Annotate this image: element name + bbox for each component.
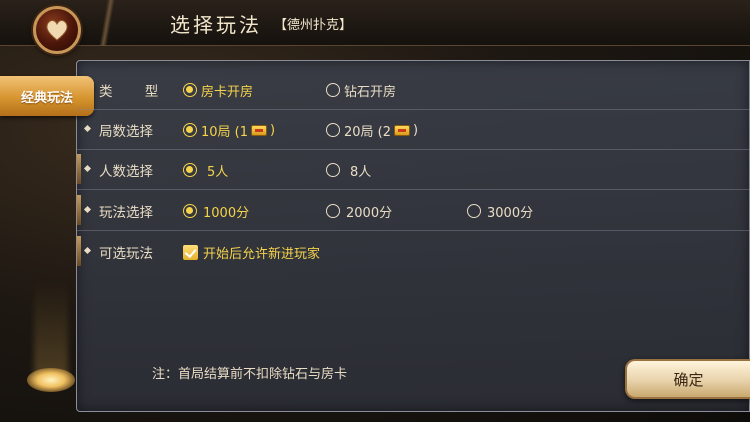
option-room-card-label: 房卡开房 — [201, 84, 254, 100]
row-players: 人数选择 5人 8人 — [77, 150, 749, 190]
option-20-rounds-suffix: ) — [413, 122, 419, 138]
option-room-card[interactable]: 房卡开房 — [183, 80, 253, 100]
row-room-type: 类 型 房卡开房 钻石开房 — [77, 70, 749, 110]
option-5-players-label: 5人 — [207, 164, 229, 180]
back-logo-button[interactable] — [33, 6, 81, 54]
page-title: 选择玩法 — [170, 13, 262, 37]
option-20-rounds[interactable]: 20局 (2 ) — [326, 120, 418, 140]
diamond-bullet-icon — [83, 124, 92, 133]
room-type-label: 类 型 — [99, 84, 173, 100]
radio-selected-icon — [183, 204, 197, 218]
radio-empty-icon — [326, 204, 340, 218]
row-score: 玩法选择 1000分 2000分 3000分 — [77, 191, 749, 231]
game-name-subtitle: 【德州扑克】 — [274, 18, 353, 33]
option-2000-points[interactable]: 2000分 — [326, 201, 392, 221]
row-marker — [77, 236, 81, 266]
checkbox-allow-new-players[interactable]: 开始后允许新进玩家 — [183, 242, 320, 262]
option-diamond-room-label: 钻石开房 — [344, 84, 397, 100]
option-3000-points-label: 3000分 — [487, 205, 534, 221]
option-8-players[interactable]: 8人 — [326, 160, 371, 180]
option-20-rounds-label: 20局 (2 — [344, 124, 392, 140]
confirm-button-label: 确定 — [673, 370, 704, 389]
option-8-players-label: 8人 — [350, 164, 372, 180]
header-divider — [88, 0, 128, 46]
row-rounds: 局数选择 10局 (1 ) 20局 (2 ) — [77, 110, 749, 150]
room-card-icon — [251, 124, 268, 136]
radio-empty-icon — [326, 123, 340, 137]
option-10-rounds-suffix: ) — [270, 122, 276, 138]
optional-rules-label: 可选玩法 — [99, 246, 153, 262]
option-1000-points[interactable]: 1000分 — [183, 201, 249, 221]
tab-classic-mode-label: 经典玩法 — [20, 90, 73, 106]
option-10-rounds-label: 10局 (1 — [201, 124, 249, 140]
radio-selected-icon — [183, 163, 197, 177]
radio-empty-icon — [467, 204, 481, 218]
allow-new-players-label: 开始后允许新进玩家 — [203, 246, 321, 262]
option-10-rounds[interactable]: 10局 (1 ) — [183, 120, 275, 140]
checkbox-checked-icon — [183, 244, 198, 260]
top-header-bar — [0, 0, 750, 46]
diamond-bullet-icon — [83, 246, 92, 255]
option-1000-points-label: 1000分 — [203, 205, 250, 221]
rounds-label: 局数选择 — [99, 124, 153, 140]
option-diamond-room[interactable]: 钻石开房 — [326, 80, 396, 100]
confirm-button[interactable]: 确定 — [625, 359, 750, 399]
heart-icon — [46, 20, 68, 41]
radio-selected-icon — [183, 83, 197, 97]
players-label: 人数选择 — [99, 164, 153, 180]
lamp-decoration — [27, 368, 75, 392]
radio-empty-icon — [326, 83, 340, 97]
radio-selected-icon — [183, 123, 197, 137]
diamond-bullet-icon — [83, 205, 92, 214]
lamp-light-beam — [34, 280, 68, 380]
row-optional-rules: 可选玩法 开始后允许新进玩家 — [77, 232, 749, 272]
score-label: 玩法选择 — [99, 205, 153, 221]
row-marker — [77, 195, 81, 225]
row-marker — [77, 154, 81, 184]
option-3000-points[interactable]: 3000分 — [467, 201, 533, 221]
option-5-players[interactable]: 5人 — [183, 160, 228, 180]
diamond-bullet-icon — [83, 164, 92, 173]
deduction-note: 注：首局结算前不扣除钻石与房卡 — [152, 367, 348, 382]
option-2000-points-label: 2000分 — [346, 205, 393, 221]
radio-empty-icon — [326, 163, 340, 177]
room-card-icon — [394, 124, 411, 136]
